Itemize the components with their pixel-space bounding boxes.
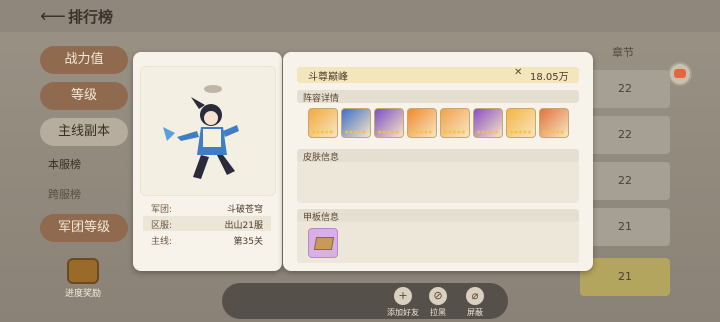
nav-power[interactable]: 战力值 — [40, 46, 128, 74]
deck-plank-icon — [313, 237, 335, 250]
info-value: 斗破苍穹 — [226, 205, 263, 215]
hero-stars: ★★★★★ — [443, 129, 466, 136]
hero-slot[interactable]: ★★★★★ — [407, 108, 437, 138]
mute-icon: ⌀ — [466, 287, 484, 305]
progress-reward-label: 进度奖励 — [64, 289, 101, 299]
hero-slot[interactable]: ★★★★★ — [308, 108, 338, 138]
hero-stars: ★★★★★ — [476, 129, 499, 136]
nav-legion-level[interactable]: 军团等级 — [40, 214, 128, 242]
treasure-chest-icon — [67, 258, 99, 284]
back-button[interactable]: ⟵ — [40, 6, 66, 27]
hero-slot[interactable]: ★★★★★ — [539, 108, 569, 138]
player-name: 斗尊巅峰 — [308, 72, 348, 83]
deck-section-header — [297, 209, 579, 222]
hero-stars: ★★★★★ — [344, 129, 367, 136]
nav-main-stage[interactable]: 主线副本 — [40, 118, 128, 146]
chat-button[interactable] — [668, 62, 692, 86]
info-key: 主线: — [151, 237, 173, 247]
info-value: 第35关 — [233, 237, 263, 247]
block-button[interactable]: ⊘ 拉黑 — [418, 287, 458, 318]
hero-slot[interactable]: ★★★★★ — [473, 108, 503, 138]
table-row: 21 — [580, 208, 670, 246]
info-row-server: 区服: 出山21服 — [143, 216, 271, 231]
skin-section-header — [297, 149, 579, 162]
deck-item[interactable] — [308, 228, 338, 258]
power-value: 18.05万 — [530, 72, 569, 83]
info-key: 区服: — [151, 221, 173, 231]
lineup-section-header — [297, 90, 579, 103]
add-friend-button[interactable]: + 添加好友 — [383, 287, 423, 318]
info-row-main-stage: 主线: 第35关 — [143, 232, 271, 247]
table-row: 21 — [580, 258, 670, 296]
hero-stars: ★★★★★ — [377, 129, 400, 136]
lineup-title: 阵容详情 — [303, 94, 340, 104]
hero-figure-icon — [163, 85, 239, 179]
hero-stars: ★★★★★ — [509, 129, 532, 136]
hero-slot[interactable]: ★★★★★ — [374, 108, 404, 138]
deck-title: 甲板信息 — [303, 213, 340, 223]
hero-slot[interactable]: ★★★★★ — [341, 108, 371, 138]
nav-level[interactable]: 等级 — [40, 82, 128, 110]
action-label: 拉黑 — [430, 308, 446, 317]
sub-nav-cross-server[interactable]: 跨服榜 — [48, 186, 81, 202]
hero-portrait — [140, 66, 276, 196]
skin-title: 皮肤信息 — [303, 153, 340, 163]
hero-slot[interactable]: ★★★★★ — [440, 108, 470, 138]
action-label: 添加好友 — [387, 308, 419, 317]
table-row: 22 — [580, 70, 670, 108]
hero-stars: ★★★★★ — [410, 129, 433, 136]
info-key: 军团: — [151, 205, 173, 215]
sub-nav-server[interactable]: 本服榜 — [48, 156, 81, 172]
action-label: 屏蔽 — [467, 308, 483, 317]
hero-stars: ★★★★★ — [311, 129, 334, 136]
info-value: 出山21服 — [224, 221, 263, 231]
hero-stars: ★★★★★ — [542, 129, 565, 136]
crossed-swords-icon: ✕ — [514, 67, 523, 78]
column-header-chapter: 章节 — [612, 46, 634, 59]
table-row: 22 — [580, 116, 670, 154]
block-icon: ⊘ — [429, 287, 447, 305]
progress-reward-button[interactable]: 进度奖励 — [56, 258, 110, 299]
table-row: 22 — [580, 162, 670, 200]
chat-bubble-icon — [674, 69, 686, 78]
add-friend-icon: + — [394, 287, 412, 305]
mute-button[interactable]: ⌀ 屏蔽 — [455, 287, 495, 318]
info-row-legion: 军团: 斗破苍穹 — [143, 200, 271, 215]
hero-slot[interactable]: ★★★★★ — [506, 108, 536, 138]
page-title: 排行榜 — [68, 8, 114, 26]
